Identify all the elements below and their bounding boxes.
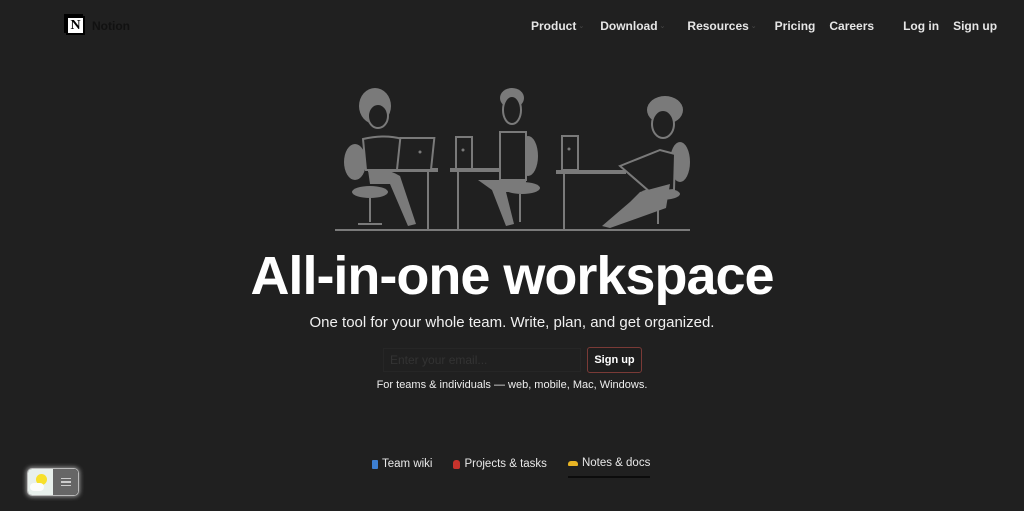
nav-product[interactable]: Product ⌄ <box>531 19 584 33</box>
person-2-figure <box>450 88 540 230</box>
chevron-down-icon: ⌄ <box>578 23 585 30</box>
theme-toggle[interactable] <box>27 468 79 496</box>
cloud-icon <box>30 483 44 491</box>
login-link[interactable]: Log in <box>903 19 939 33</box>
hero-signup-button[interactable]: Sign up <box>587 347 642 373</box>
email-input[interactable] <box>383 348 581 372</box>
hero-subtitle: One tool for your whole team. Write, pla… <box>309 314 715 331</box>
person-1-figure <box>344 88 438 230</box>
tab-notes-docs-label: Notes & docs <box>581 457 651 469</box>
brand-name: Notion <box>92 18 130 33</box>
writing-hand-icon <box>567 460 578 466</box>
notion-logo-icon: N <box>66 16 85 35</box>
chevron-down-icon: ⌄ <box>750 23 757 30</box>
hero-illustration <box>335 88 690 231</box>
menu-icon[interactable] <box>53 469 78 495</box>
pin-icon <box>453 459 461 469</box>
chevron-down-icon: ⌄ <box>659 23 666 30</box>
signup-link[interactable]: Sign up <box>953 19 997 33</box>
tab-projects-tasks[interactable]: Projects & tasks <box>453 457 547 478</box>
tab-team-wiki-label: Team wiki <box>382 458 433 470</box>
nav-download[interactable]: Download ⌄ <box>600 19 665 33</box>
hero-headline: All-in-one workspace <box>250 246 774 306</box>
tab-team-wiki[interactable]: Team wiki <box>372 457 432 478</box>
nav-pricing-label: Pricing <box>774 19 816 33</box>
nav-pricing[interactable]: Pricing <box>775 19 816 33</box>
top-nav: Product ⌄ Download ⌄ Resources ⌄ Pricing… <box>531 19 997 33</box>
nav-resources-label: Resources <box>687 19 749 33</box>
person-3-figure <box>556 96 690 230</box>
nav-careers-label: Careers <box>829 19 875 33</box>
nav-resources[interactable]: Resources ⌄ <box>687 19 756 33</box>
platforms-note: For teams & individuals — web, mobile, M… <box>376 379 648 391</box>
nav-product-label: Product <box>531 19 577 33</box>
nav-careers[interactable]: Careers <box>829 19 874 33</box>
light-mode-option[interactable] <box>28 469 53 495</box>
feature-tabs: Team wiki Projects & tasks Notes & docs <box>372 457 651 478</box>
nav-download-label: Download <box>600 19 658 33</box>
notion-logo[interactable]: N Notion <box>66 16 130 35</box>
tab-notes-docs[interactable]: Notes & docs <box>567 457 651 478</box>
tab-projects-tasks-label: Projects & tasks <box>464 458 547 470</box>
book-icon <box>372 459 378 469</box>
